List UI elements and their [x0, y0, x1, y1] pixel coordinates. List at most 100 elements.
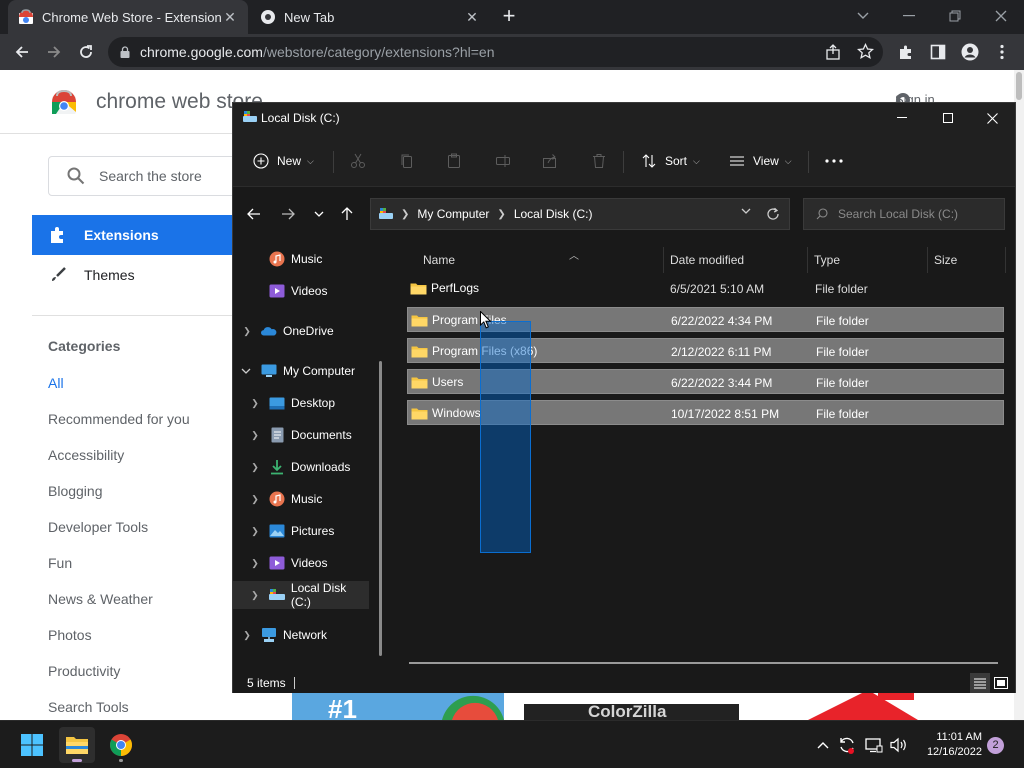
tab-new-tab[interactable]: New Tab ✕	[250, 0, 490, 34]
show-hidden-icons-chevron-icon[interactable]	[814, 736, 832, 754]
explorer-search-input[interactable]: Search Local Disk (C:)	[803, 198, 1005, 230]
extensions-puzzle-icon[interactable]	[894, 40, 918, 64]
paste-button[interactable]	[446, 147, 462, 175]
category-photos[interactable]: Photos	[48, 627, 92, 643]
start-button[interactable]	[14, 727, 50, 763]
close-tab-icon[interactable]: ✕	[464, 9, 480, 25]
column-header-name[interactable]: Name ︿	[423, 247, 663, 273]
delete-button[interactable]	[591, 147, 607, 175]
explorer-address-bar[interactable]: ❯ My Computer ❯ Local Disk (C:)	[370, 198, 790, 230]
tab-search-icon[interactable]	[851, 4, 875, 28]
chevron-right-icon[interactable]: ❯	[249, 558, 261, 569]
explorer-maximize-icon[interactable]	[925, 103, 971, 133]
nav-item-music[interactable]: ❯ Music	[233, 485, 369, 513]
side-panel-icon[interactable]	[926, 40, 950, 64]
copy-button[interactable]	[399, 147, 415, 175]
chevron-right-icon[interactable]: ❯	[249, 430, 261, 441]
forward-arrow-icon[interactable]	[277, 203, 299, 225]
new-button[interactable]: New ⌵	[253, 147, 314, 175]
category-recommended[interactable]: Recommended for you	[48, 411, 190, 427]
address-bar[interactable]: chrome.google.com/webstore/category/exte…	[108, 37, 883, 67]
search-icon	[816, 208, 828, 220]
breadcrumb-my-computer[interactable]: My Computer	[417, 207, 489, 221]
category-accessibility[interactable]: Accessibility	[48, 447, 124, 463]
share-icon[interactable]	[825, 44, 841, 60]
preview-view-icon[interactable]	[991, 673, 1011, 693]
notification-badge[interactable]: 2	[987, 737, 1004, 754]
profile-avatar-icon[interactable]	[958, 40, 982, 64]
chevron-right-icon[interactable]: ❯	[249, 398, 261, 409]
column-header-date-modified[interactable]: Date modified	[670, 247, 810, 273]
up-arrow-icon[interactable]	[336, 203, 358, 225]
column-header-size[interactable]: Size	[934, 247, 1004, 273]
chevron-right-icon[interactable]: ❯	[249, 462, 261, 473]
category-developer-tools[interactable]: Developer Tools	[48, 519, 148, 535]
address-dropdown-icon[interactable]	[741, 208, 751, 214]
column-divider[interactable]	[1005, 247, 1006, 273]
volume-icon[interactable]	[890, 736, 908, 754]
nav-item-music-quick[interactable]: Music	[233, 245, 369, 273]
forward-arrow-icon[interactable]	[42, 40, 66, 64]
taskbar-chrome[interactable]	[103, 727, 139, 763]
drive-icon	[268, 587, 285, 603]
explorer-minimize-icon[interactable]	[879, 103, 925, 133]
column-divider[interactable]	[663, 247, 664, 273]
sync-icon[interactable]	[838, 736, 856, 754]
minimize-icon[interactable]	[897, 4, 921, 28]
reload-icon[interactable]	[74, 40, 98, 64]
see-more-button[interactable]	[825, 147, 843, 175]
details-view-icon[interactable]	[970, 673, 990, 693]
navigation-pane-scrollbar[interactable]	[379, 361, 382, 656]
chevron-down-icon[interactable]	[241, 368, 253, 374]
more-menu-icon[interactable]	[990, 40, 1014, 64]
category-all[interactable]: All	[48, 375, 64, 391]
trash-icon	[591, 153, 607, 169]
column-header-type[interactable]: Type	[814, 247, 924, 273]
category-fun[interactable]: Fun	[48, 555, 72, 571]
breadcrumb-local-disk[interactable]: Local Disk (C:)	[514, 207, 593, 221]
tab-chrome-web-store[interactable]: Chrome Web Store - Extensions ✕	[8, 0, 248, 34]
nav-item-videos[interactable]: ❯ Videos	[233, 549, 369, 577]
chevron-right-icon[interactable]: ❯	[249, 494, 261, 505]
nav-item-onedrive[interactable]: ❯ OneDrive	[233, 317, 369, 345]
system-clock[interactable]: 11:01 AM 12/16/2022	[920, 730, 982, 760]
nav-item-local-disk[interactable]: ❯ Local Disk (C:)	[233, 581, 369, 609]
nav-item-desktop[interactable]: ❯ Desktop	[233, 389, 369, 417]
restore-icon[interactable]	[943, 4, 967, 28]
column-divider[interactable]	[807, 247, 808, 273]
nav-item-documents[interactable]: ❯ Documents	[233, 421, 369, 449]
chevron-right-icon[interactable]: ❯	[241, 326, 253, 337]
file-list-scrollbar[interactable]	[409, 662, 998, 664]
explorer-close-icon[interactable]	[969, 103, 1015, 133]
bookmark-star-icon[interactable]	[857, 43, 874, 60]
back-arrow-icon[interactable]	[10, 40, 34, 64]
refresh-icon[interactable]	[766, 207, 780, 221]
cut-button[interactable]	[350, 147, 366, 175]
nav-item-pictures[interactable]: ❯ Pictures	[233, 517, 369, 545]
nav-item-downloads[interactable]: ❯ Downloads	[233, 453, 369, 481]
close-window-icon[interactable]	[989, 4, 1013, 28]
category-blogging[interactable]: Blogging	[48, 483, 103, 499]
chevron-right-icon[interactable]: ❯	[249, 590, 261, 601]
column-divider[interactable]	[927, 247, 928, 273]
back-arrow-icon[interactable]	[243, 203, 265, 225]
share-button[interactable]	[542, 147, 558, 175]
close-tab-icon[interactable]: ✕	[222, 9, 238, 25]
nav-item-network[interactable]: ❯ Network	[233, 621, 369, 649]
nav-item-videos-quick[interactable]: Videos	[233, 277, 369, 305]
category-search-tools[interactable]: Search Tools	[48, 699, 129, 715]
new-tab-button[interactable]: +	[498, 5, 520, 28]
sort-button[interactable]: Sort ⌵	[641, 147, 700, 175]
category-news-weather[interactable]: News & Weather	[48, 591, 153, 607]
chevron-right-icon[interactable]: ❯	[241, 630, 253, 641]
recent-locations-chevron-icon[interactable]	[308, 203, 330, 225]
file-row-perflogs[interactable]: PerfLogs 6/5/2021 5:10 AM File folder	[407, 276, 1004, 301]
rename-button[interactable]	[495, 147, 511, 175]
network-status-icon[interactable]	[865, 736, 883, 754]
nav-item-my-computer[interactable]: My Computer	[233, 357, 369, 385]
column-header-label: Size	[934, 253, 958, 267]
category-productivity[interactable]: Productivity	[48, 663, 120, 679]
view-button[interactable]: View ⌵	[729, 147, 792, 175]
chevron-right-icon[interactable]: ❯	[249, 526, 261, 537]
taskbar-file-explorer[interactable]	[59, 727, 95, 763]
